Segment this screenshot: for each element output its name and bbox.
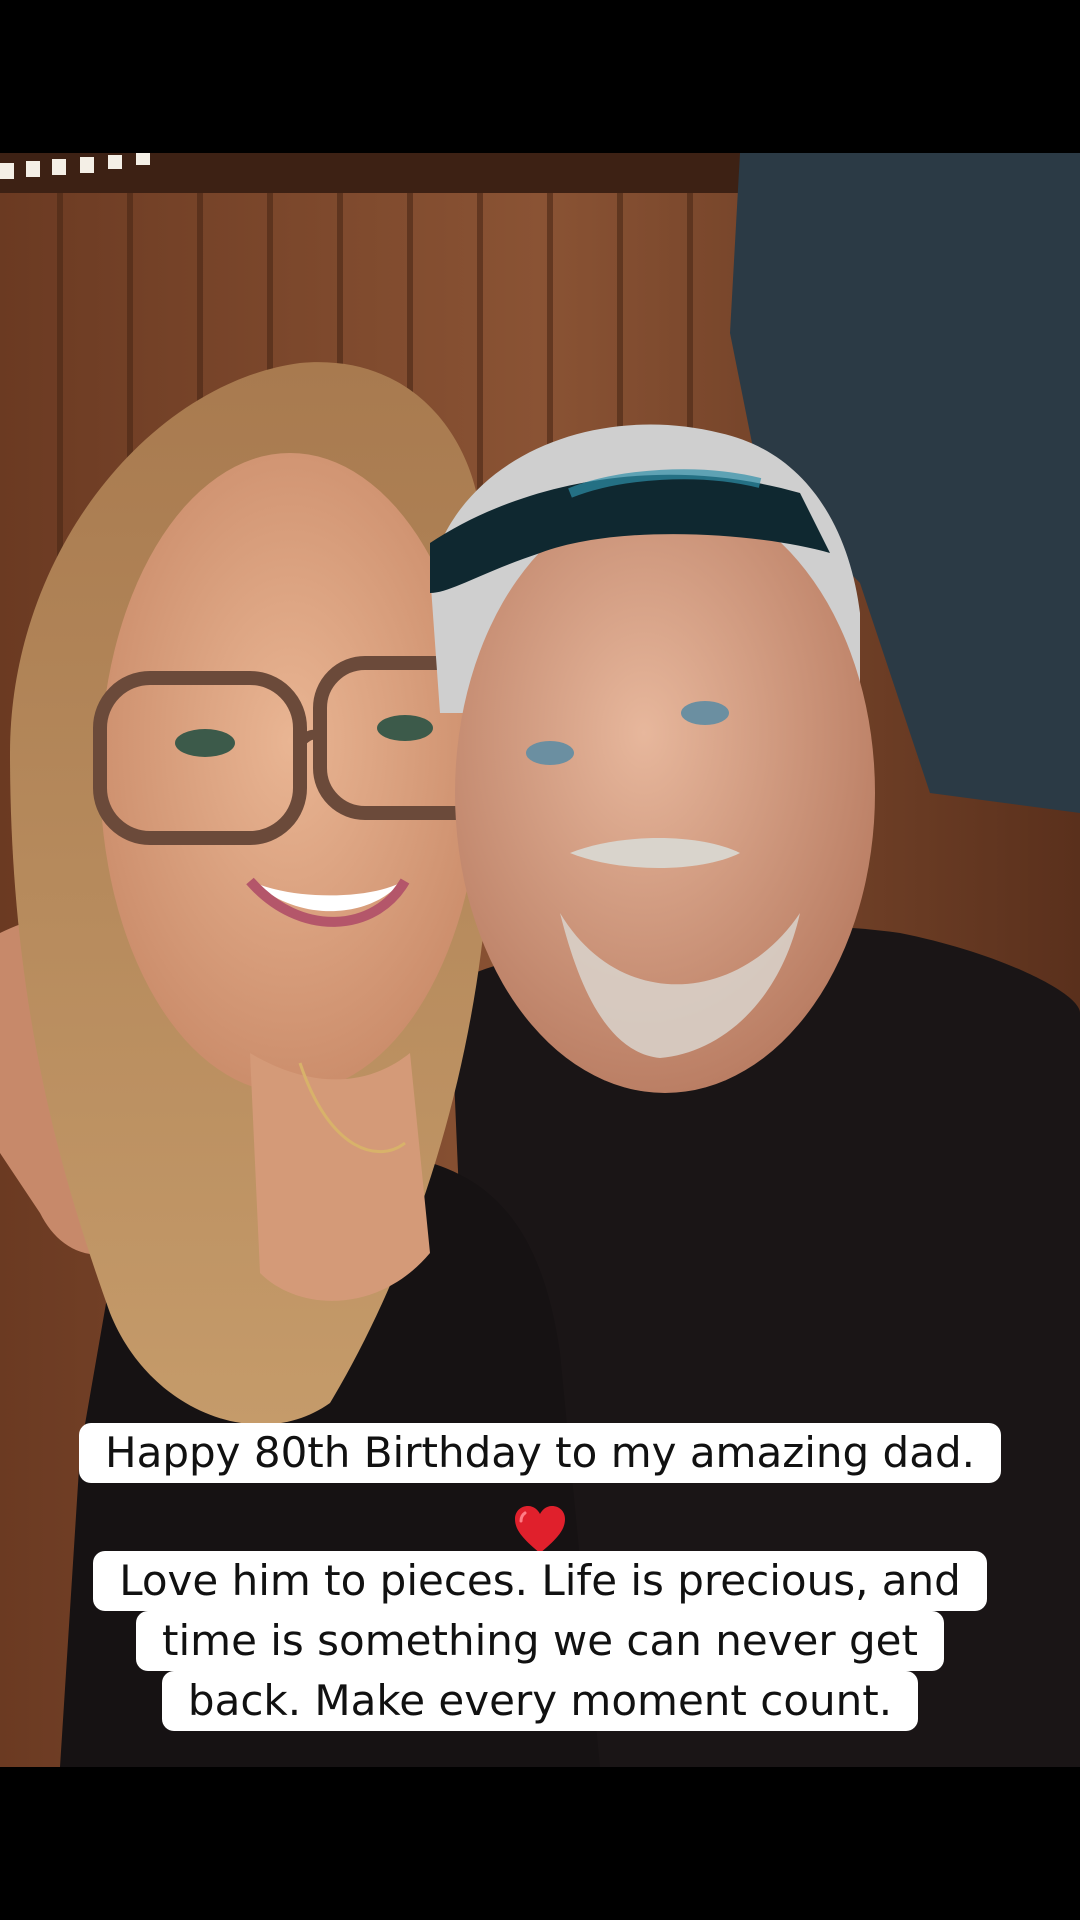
caption-line-4: back. Make every moment count. [0, 1671, 1080, 1731]
caption-text-line-3: time is something we can never get [136, 1611, 944, 1671]
caption-line-3: time is something we can never get [0, 1611, 1080, 1671]
caption-text-line-1: Happy 80th Birthday to my amazing dad. [79, 1423, 1001, 1483]
caption-text-line-4: back. Make every moment count. [161, 1671, 919, 1731]
caption-line-1: Happy 80th Birthday to my amazing dad. [0, 1423, 1080, 1483]
caption-line-2: Love him to pieces. Life is precious, an… [0, 1551, 1080, 1611]
caption-text-line-2: Love him to pieces. Life is precious, an… [93, 1551, 987, 1611]
red-heart-icon [515, 1506, 565, 1553]
